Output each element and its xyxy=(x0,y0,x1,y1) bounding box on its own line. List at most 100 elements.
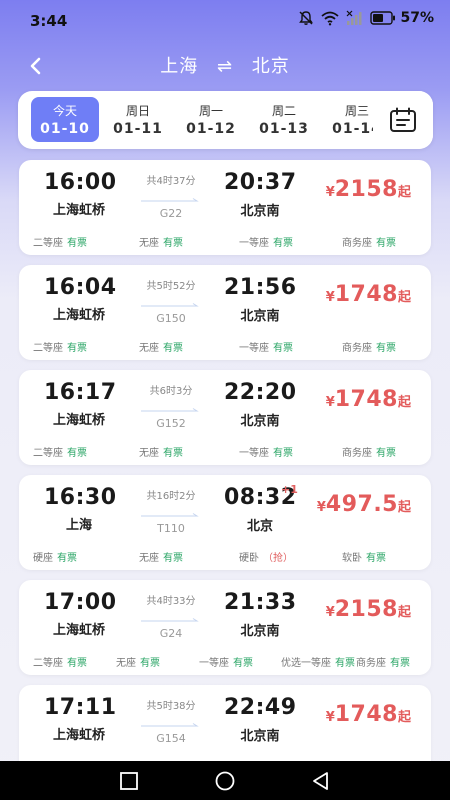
direction-arrow-icon xyxy=(141,618,199,622)
seat-type: 无座 有票 xyxy=(139,549,183,564)
seat-type: 二等座 有票 xyxy=(33,234,87,249)
date-value: 01-12 xyxy=(186,121,236,137)
duration: 共6时3分 xyxy=(149,386,193,397)
day-offset-badge: +1 xyxy=(281,483,298,496)
train-code: G24 xyxy=(159,627,183,640)
status-icons: 57% xyxy=(298,10,434,26)
wifi-icon xyxy=(321,11,340,26)
departure-station: 上海虹桥 xyxy=(52,623,105,638)
train-card[interactable]: 17:11 上海虹桥 共5时38分 G154 22:49 北京南 ¥1748起 xyxy=(19,685,431,765)
train-info: 共5时52分 G150 xyxy=(137,277,205,325)
seat-name: 无座 xyxy=(139,343,159,354)
signal-icon xyxy=(347,10,362,25)
status-bar: 3:44 57% xyxy=(0,0,450,42)
price-value: 2158 xyxy=(334,177,398,202)
duration: 共5时38分 xyxy=(146,701,196,712)
seat-status: 有票 xyxy=(273,238,293,249)
price-suffix: 起 xyxy=(397,185,411,200)
currency-symbol: ¥ xyxy=(325,605,335,620)
train-card[interactable]: 17:00 上海虹桥 共4时33分 G24 21:33 北京南 ¥2158起 二等座 有票 无座有… xyxy=(19,580,431,675)
seat-name: 无座 xyxy=(116,658,136,669)
seat-status: 有票 xyxy=(376,448,396,459)
arrival-time: 21:33 xyxy=(224,590,297,615)
seat-status: 有票 xyxy=(233,658,253,669)
departure-station: 上海虹桥 xyxy=(52,728,105,743)
price: ¥2158起 xyxy=(326,177,411,202)
train-code: T110 xyxy=(157,522,185,535)
currency-symbol: ¥ xyxy=(325,290,335,305)
from-city: 上海 xyxy=(160,56,199,77)
seat-type: 无座 有票 xyxy=(116,654,160,669)
price-value: 2158 xyxy=(334,597,398,622)
swap-icon[interactable]: ⇌ xyxy=(217,56,233,77)
price-value: 1748 xyxy=(334,282,398,307)
departure-time: 16:04 xyxy=(44,275,117,300)
mute-icon xyxy=(299,11,314,25)
price-suffix: 起 xyxy=(397,500,411,515)
circle-icon xyxy=(215,771,235,791)
arrival-station: 北京南 xyxy=(240,729,280,744)
seat-availability: 二等座 有票 无座 有票 一等座 有票 商务座 有票 xyxy=(19,234,431,249)
back-nav-button[interactable] xyxy=(310,770,332,792)
seat-type: 商务座 有票 xyxy=(342,339,396,354)
price: ¥497.5起 xyxy=(317,492,411,517)
arrival-station: 北京南 xyxy=(240,414,280,429)
departure-time: 16:17 xyxy=(44,380,117,405)
direction-arrow-icon xyxy=(141,513,199,517)
departure-station: 上海虹桥 xyxy=(52,413,105,428)
date-selector: 今天 01-10 周日 01-11 周一 01-12 周二 01-13 周三 01-14 xyxy=(18,91,433,149)
seat-status: 有票 xyxy=(67,343,87,354)
duration: 共4时37分 xyxy=(146,176,196,187)
system-nav-bar xyxy=(0,761,450,800)
triangle-back-icon xyxy=(313,772,328,790)
currency-symbol: ¥ xyxy=(325,710,335,725)
train-card[interactable]: 16:00 上海虹桥 共4时37分 G22 20:37 北京南 ¥2158起 二等座 有票 无座有… xyxy=(19,160,431,255)
seat-name: 二等座 xyxy=(33,238,63,249)
price-suffix: 起 xyxy=(397,710,411,725)
date-tab[interactable]: 周二 01-13 xyxy=(250,97,318,142)
direction-arrow-icon xyxy=(141,408,199,412)
seat-type: 无座 有票 xyxy=(139,339,183,354)
date-tab[interactable]: 周日 01-11 xyxy=(104,97,172,142)
train-card[interactable]: 16:04 上海虹桥 共5时52分 G150 21:56 北京南 ¥1748起 二等座 有票 无座… xyxy=(19,265,431,360)
train-info: 共4时37分 G22 xyxy=(137,172,205,220)
seat-name: 一等座 xyxy=(239,238,269,249)
arrival-station: 北京南 xyxy=(240,309,280,324)
price: ¥1748起 xyxy=(326,387,411,412)
train-card[interactable]: 16:17 上海虹桥 共6时3分 G152 22:20 北京南 ¥1748起 二等座 有票 无座有… xyxy=(19,370,431,465)
seat-availability: 二等座 有票 无座 有票 一等座 有票 商务座 有票 xyxy=(19,444,431,459)
currency-symbol: ¥ xyxy=(325,395,335,410)
recent-apps-button[interactable] xyxy=(118,770,140,792)
seat-name: 商务座 xyxy=(342,238,372,249)
seat-status: 有票 xyxy=(67,658,87,669)
seat-type: 一等座 有票 xyxy=(239,444,293,459)
arrival-time: 21:56 xyxy=(224,275,297,300)
date-tab[interactable]: 周一 01-12 xyxy=(177,97,245,142)
price-suffix: 起 xyxy=(397,290,411,305)
train-code: G22 xyxy=(159,207,183,220)
train-card[interactable]: 16:30 上海 共16时2分 T110 08:32 北京 +1 ¥497.5起 硬座 有票 无座有… xyxy=(19,475,431,570)
seat-type: 无座 有票 xyxy=(139,444,183,459)
price-suffix: 起 xyxy=(397,605,411,620)
seat-type: 商务座 有票 xyxy=(342,234,396,249)
route-title[interactable]: 上海 ⇌ 北京 xyxy=(0,52,450,78)
calendar-button[interactable] xyxy=(373,91,433,149)
seat-name: 硬卧 xyxy=(239,553,259,564)
date-weekday: 周一 xyxy=(198,104,223,118)
seat-status: 有票 xyxy=(163,553,183,564)
date-weekday: 周二 xyxy=(271,104,296,118)
seat-type: 二等座 有票 xyxy=(33,339,87,354)
seat-name: 商务座 xyxy=(356,658,386,669)
seat-name: 优选一等座 xyxy=(281,658,331,669)
seat-name: 一等座 xyxy=(199,658,229,669)
date-tab[interactable]: 今天 01-10 xyxy=(31,97,99,142)
arrival-time: 20:37 xyxy=(224,170,297,195)
departure-time: 16:30 xyxy=(44,485,117,510)
seat-status: 有票 xyxy=(67,238,87,249)
arrival-station: 北京南 xyxy=(240,624,280,639)
seat-type: 商务座 有票 xyxy=(356,654,410,669)
home-button[interactable] xyxy=(214,770,236,792)
seat-name: 一等座 xyxy=(239,343,269,354)
date-value: 01-10 xyxy=(40,121,90,137)
seat-type: 软卧 有票 xyxy=(342,549,386,564)
